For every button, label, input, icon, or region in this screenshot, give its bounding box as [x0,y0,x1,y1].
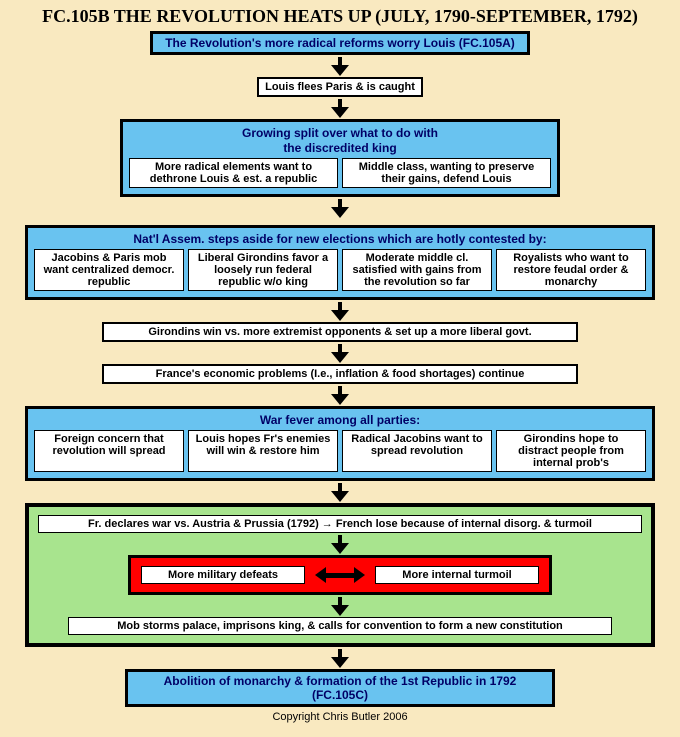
step-flees: Louis flees Paris & is caught [257,77,423,97]
arrow-down-icon [337,99,343,117]
war-fever-box: War fever among all parties: Foreign con… [25,406,655,481]
split-box: Growing split over what to do with the d… [120,119,560,197]
war-declare: Fr. declares war vs. Austria & Prussia (… [38,515,642,533]
arrow-down-icon [337,649,343,667]
feedback-loop: More military defeats More internal turm… [128,555,552,595]
elections-c4: Royalists who want to restore feudal ord… [496,249,646,291]
link-fc105a: The Revolution's more radical reforms wo… [165,36,515,50]
war-fever-c4: Girondins hope to distract people from i… [496,430,646,472]
split-head1: Growing split over what to do with [129,126,551,140]
elections-box: Nat'l Assem. steps aside for new electio… [25,225,655,300]
war-box: Fr. declares war vs. Austria & Prussia (… [25,503,655,647]
internal-turmoil: More internal turmoil [375,566,539,584]
arrow-down-icon [337,344,343,362]
flowchart: FC.105B THE REVOLUTION HEATS UP (JULY, 1… [0,0,680,731]
arrow-down-icon [337,597,343,615]
copyright: Copyright Chris Butler 2006 [272,711,407,723]
arrow-down-icon [337,386,343,404]
bottom-link-box[interactable]: Abolition of monarchy & formation of the… [125,669,555,707]
elections-head: Nat'l Assem. steps aside for new electio… [34,232,646,246]
elections-c2: Liberal Girondins favor a loosely run fe… [188,249,338,291]
top-link-box[interactable]: The Revolution's more radical reforms wo… [150,31,530,55]
elections-c3: Moderate middle cl. satisfied with gains… [342,249,492,291]
page-title: FC.105B THE REVOLUTION HEATS UP (JULY, 1… [42,6,638,27]
split-right: Middle class, wanting to preserve their … [342,158,551,188]
elections-c1: Jacobins & Paris mob want centralized de… [34,249,184,291]
military-defeats: More military defeats [141,566,305,584]
girondins-win: Girondins win vs. more extremist opponen… [102,322,578,342]
arrow-down-icon [337,535,343,553]
split-head2: the discredited king [129,141,551,155]
arrow-down-icon [337,57,343,75]
mob-storms: Mob storms palace, imprisons king, & cal… [68,617,612,635]
arrow-down-icon [337,199,343,223]
war-fever-c2: Louis hopes Fr's enemies will win & rest… [188,430,338,472]
war-fever-head: War fever among all parties: [34,413,646,427]
arrow-down-icon [337,302,343,320]
double-arrow-icon [315,567,365,583]
arrow-down-icon [337,483,343,501]
war-fever-c1: Foreign concern that revolution will spr… [34,430,184,472]
war-fever-c3: Radical Jacobins want to spread revoluti… [342,430,492,472]
economy: France's economic problems (I.e., inflat… [102,364,578,384]
link-fc105c: Abolition of monarchy & formation of the… [164,674,517,702]
split-left: More radical elements want to dethrone L… [129,158,338,188]
